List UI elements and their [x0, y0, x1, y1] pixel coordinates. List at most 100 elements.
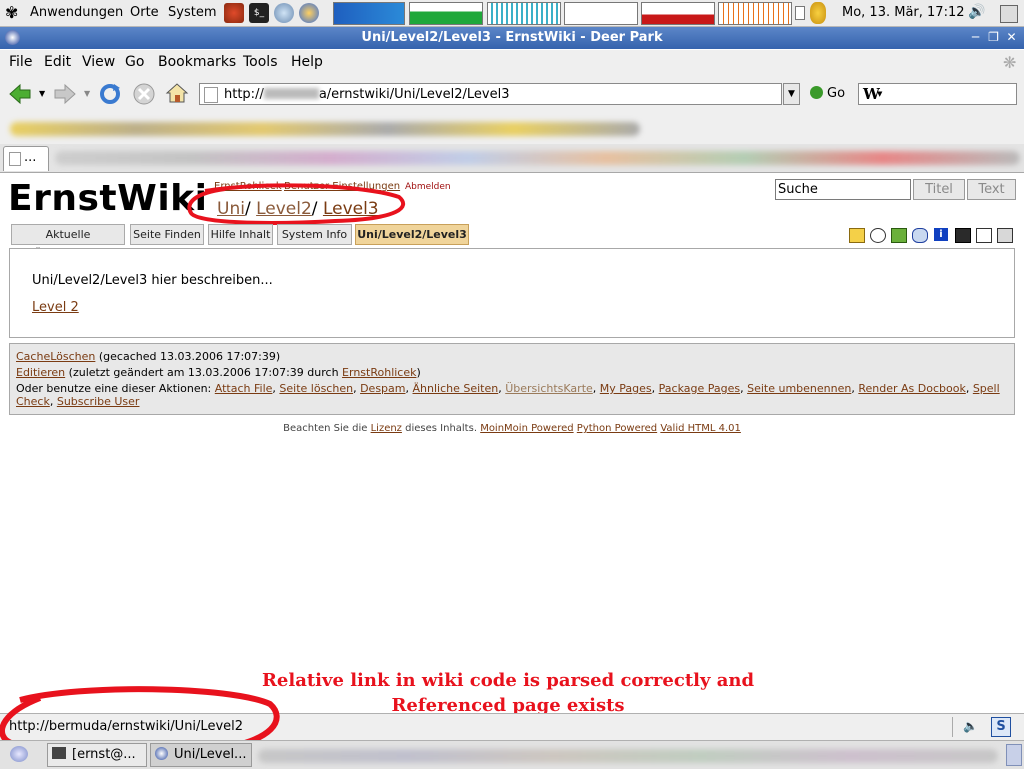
action-rename-page[interactable]: Seite umbenennen: [747, 382, 851, 395]
action-package-pages[interactable]: Package Pages: [659, 382, 740, 395]
workspace-switcher[interactable]: [1006, 744, 1022, 766]
browser-launcher-icon[interactable]: [299, 3, 319, 23]
show-desktop-icon[interactable]: [10, 746, 28, 762]
window-titlebar[interactable]: Uni/Level2/Level3 - ErnstWiki - Deer Par…: [0, 27, 1024, 49]
tab-label: ...: [24, 150, 37, 165]
panel-window-icon[interactable]: [1000, 5, 1018, 23]
panel-menu-applications[interactable]: Anwendungen: [30, 5, 123, 20]
bookmarks-toolbar: [0, 114, 1024, 144]
tab-find-page[interactable]: Seite Finden: [130, 224, 204, 245]
page-footer: CacheLöschen (gecached 13.03.2006 17:07:…: [9, 343, 1015, 415]
maximize-icon[interactable]: ❐: [986, 30, 1001, 45]
valid-html-link[interactable]: Valid HTML 4.01: [660, 423, 741, 434]
view-icon[interactable]: [912, 228, 928, 243]
panel-menu-places[interactable]: Orte: [130, 5, 159, 20]
action-delete-page[interactable]: Seite löschen: [279, 382, 353, 395]
raw-icon[interactable]: [976, 228, 992, 243]
browser-task-icon: [155, 747, 168, 760]
reload-icon[interactable]: [98, 82, 122, 106]
tab-system-info[interactable]: System Info: [277, 224, 352, 245]
go-arrow-icon: [810, 86, 823, 99]
url-bar[interactable]: http://a/ernstwiki/Uni/Level2/Level3: [199, 83, 782, 105]
window-title: Uni/Level2/Level3 - ErnstWiki - Deer Par…: [361, 30, 663, 45]
url-text: http://a/ernstwiki/Uni/Level2/Level3: [224, 87, 510, 102]
action-overview-map[interactable]: ÜbersichtsKarte: [505, 382, 593, 395]
browser-menubar: File Edit View Go Bookmarks Tools Help ❋: [0, 50, 1024, 74]
search-text-button[interactable]: Text: [967, 179, 1016, 200]
search-engine-box[interactable]: W ▼: [858, 83, 1017, 105]
panel-clock[interactable]: Mo, 13. Mär, 17:12: [842, 5, 965, 20]
swap-monitor: [564, 2, 638, 25]
search-launcher-icon[interactable]: [274, 3, 294, 23]
edit-link[interactable]: Editieren: [16, 366, 65, 379]
status-spell-icon[interactable]: S: [991, 717, 1011, 737]
gnome-foot-icon[interactable]: ✾: [5, 3, 18, 22]
info-icon[interactable]: i: [934, 228, 948, 241]
tab-page-icon: [9, 152, 21, 166]
editor-user-link[interactable]: ErnstRohlicek: [342, 366, 416, 379]
bookmarks-blurred[interactable]: [10, 122, 640, 136]
back-arrow-icon[interactable]: [8, 82, 32, 106]
stop-icon[interactable]: [132, 82, 156, 106]
status-security-icon[interactable]: 🔈: [963, 719, 978, 733]
volume-icon[interactable]: 🔊: [968, 4, 985, 20]
menu-edit[interactable]: Edit: [44, 54, 71, 70]
menu-bookmarks[interactable]: Bookmarks: [158, 54, 236, 70]
action-my-pages[interactable]: My Pages: [600, 382, 652, 395]
action-similar-pages[interactable]: Ähnliche Seiten: [413, 382, 499, 395]
back-history-dropdown-icon[interactable]: ▼: [39, 89, 45, 98]
wiki-search-input[interactable]: Suche: [775, 179, 911, 200]
taskbar-blurred-tasks[interactable]: [258, 749, 998, 763]
action-subscribe-user[interactable]: Subscribe User: [57, 395, 140, 408]
footer-edit-line: Editieren (zuletzt geändert am 13.03.200…: [16, 366, 421, 379]
minimize-icon[interactable]: ─: [968, 30, 983, 45]
disk-monitor: [718, 2, 792, 25]
terminal-launcher-icon[interactable]: $_: [249, 3, 269, 23]
python-powered-link[interactable]: Python Powered: [577, 423, 657, 434]
menu-go[interactable]: Go: [125, 54, 144, 70]
memory-monitor: [409, 2, 483, 25]
wiki-logo[interactable]: ErnstWiki: [8, 178, 207, 219]
url-history-dropdown[interactable]: ▼: [783, 83, 800, 105]
tabs-blurred[interactable]: [55, 151, 1020, 165]
menu-view[interactable]: View: [82, 54, 115, 70]
moinmoin-powered-link[interactable]: MoinMoin Powered: [480, 423, 573, 434]
apple-launcher-icon[interactable]: [224, 3, 244, 23]
task-terminal[interactable]: [ernst@...: [47, 743, 147, 767]
comment-icon[interactable]: [870, 228, 886, 243]
action-despam[interactable]: Despam: [360, 382, 405, 395]
task-browser[interactable]: Uni/Level...: [150, 743, 252, 767]
print-icon[interactable]: [997, 228, 1013, 243]
menu-tools[interactable]: Tools: [243, 54, 278, 70]
page-icon: [204, 87, 218, 103]
action-render-docbook[interactable]: Render As Docbook: [858, 382, 965, 395]
cpu-monitor: [333, 2, 405, 25]
menu-file[interactable]: File: [9, 54, 32, 70]
user-link-logout[interactable]: Abmelden: [405, 182, 451, 192]
go-button[interactable]: Go: [810, 86, 845, 101]
content-text: Uni/Level2/Level3 hier beschreiben...: [32, 273, 273, 288]
home-icon[interactable]: [165, 81, 189, 105]
tab-current[interactable]: ...: [3, 146, 49, 171]
cache-clear-link[interactable]: CacheLöschen: [16, 350, 95, 363]
panel-small-monitor: [795, 6, 805, 20]
forward-arrow-icon[interactable]: [53, 82, 77, 106]
tab-help-contents[interactable]: Hilfe Inhalt: [208, 224, 273, 245]
close-icon[interactable]: ✕: [1004, 30, 1019, 45]
menu-help[interactable]: Help: [291, 54, 323, 70]
tab-current-page[interactable]: Uni/Level2/Level3: [355, 224, 469, 245]
tab-recent-changes[interactable]: Aktuelle Änderungen: [11, 224, 125, 260]
license-link[interactable]: Lizenz: [371, 423, 402, 434]
load-monitor: [641, 2, 715, 25]
edit-icon[interactable]: [891, 228, 907, 243]
engine-dropdown-icon[interactable]: ▼: [877, 90, 882, 98]
panel-menu-system[interactable]: System: [168, 5, 216, 20]
parent-page-icon[interactable]: [849, 228, 865, 243]
forward-history-dropdown-icon[interactable]: ▼: [84, 89, 90, 98]
subscribe-icon[interactable]: [955, 228, 971, 243]
search-title-button[interactable]: Titel: [913, 179, 965, 200]
footer-actions: Oder benutze eine dieser Aktionen: Attac…: [16, 382, 1000, 408]
user-status-icon[interactable]: [810, 2, 826, 24]
link-level2[interactable]: Level 2: [32, 300, 79, 315]
action-attach-file[interactable]: Attach File: [215, 382, 273, 395]
